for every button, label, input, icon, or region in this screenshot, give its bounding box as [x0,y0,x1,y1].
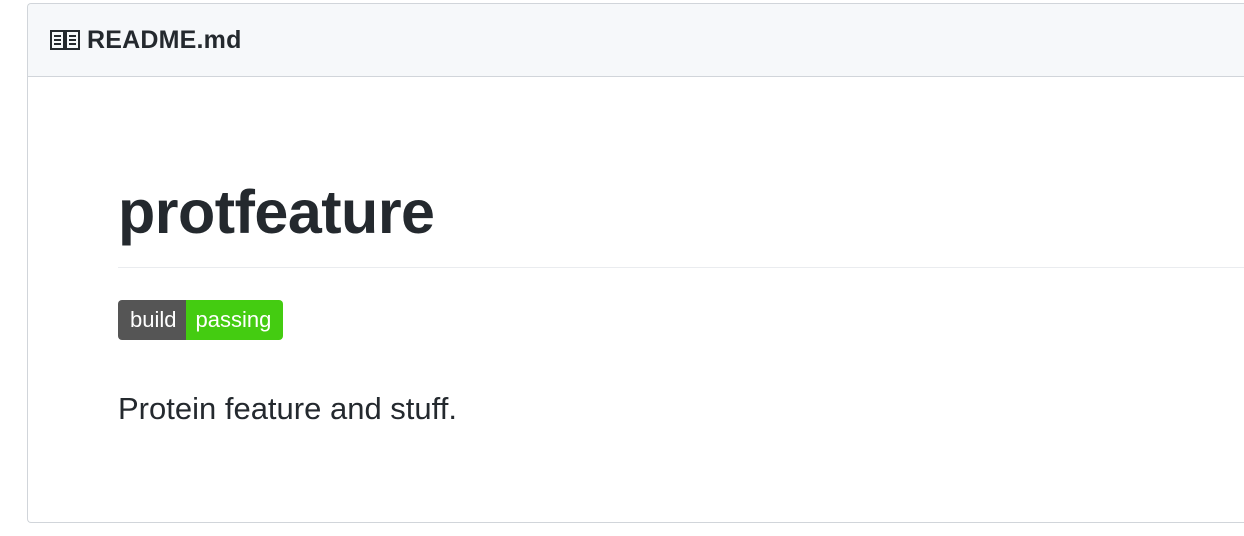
page-title: protfeature [118,77,1244,268]
description-text: Protein feature and stuff. [118,391,457,426]
book-icon [50,29,80,51]
readme-header: README.md [28,4,1244,77]
readme-body: protfeature build passing Protein featur… [28,77,1244,428]
readme-panel: README.md protfeature build passing Prot… [27,3,1244,523]
badge-label: build [118,300,187,340]
badge-status: passing [186,300,284,340]
build-status-badge[interactable]: build passing [118,300,284,340]
readme-filename[interactable]: README.md [87,26,242,55]
